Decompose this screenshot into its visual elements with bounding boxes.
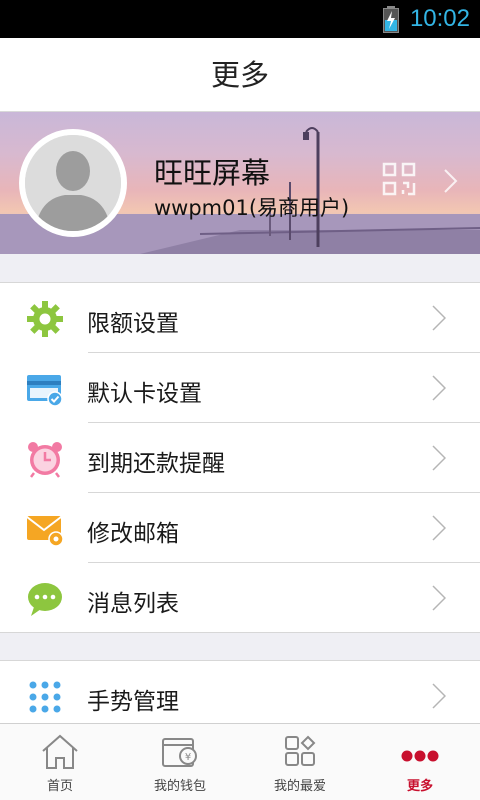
menu-item-label: 限额设置: [87, 311, 179, 337]
tab-more[interactable]: 更多: [360, 724, 480, 800]
menu-item-label: 手势管理: [87, 689, 179, 715]
menu-item-due-reminder[interactable]: 到期还款提醒: [0, 423, 480, 493]
chevron-right-icon: [432, 375, 446, 401]
tab-label: 我的钱包: [153, 779, 206, 794]
tab-my-favorites[interactable]: 我的最爱: [240, 724, 360, 800]
clock: 10:02: [409, 5, 470, 32]
chevron-right-icon: [432, 585, 446, 611]
profile-banner[interactable]: 旺旺屏幕 wwpm01(易商用户): [0, 112, 480, 254]
mail-gear-icon: [26, 516, 64, 547]
more-dots-icon: [401, 750, 439, 762]
chevron-right-icon: [432, 305, 446, 331]
gear-icon: [27, 301, 63, 337]
svg-text:¥: ¥: [185, 752, 191, 763]
chevron-right-icon: [444, 169, 458, 193]
wallet-icon: ¥: [162, 738, 197, 767]
qr-code-icon[interactable]: [382, 162, 416, 196]
tab-label: 我的最爱: [273, 779, 326, 794]
menu-item-limit-settings[interactable]: 限额设置: [0, 283, 480, 353]
menu-item-label: 消息列表: [87, 591, 179, 617]
bottom-navigation: 首页 ¥ 我的钱包 我的最爱 更多: [0, 723, 480, 800]
alarm-clock-icon: [28, 442, 62, 478]
menu-item-message-list[interactable]: 消息列表: [0, 563, 480, 633]
menu-item-label: 到期还款提醒: [87, 451, 225, 477]
header: 更多: [0, 38, 480, 112]
menu-item-label: 修改邮箱: [87, 521, 179, 547]
tab-label: 首页: [46, 779, 73, 794]
chevron-right-icon: [432, 445, 446, 471]
avatar[interactable]: [19, 129, 127, 237]
menu-item-change-email[interactable]: 修改邮箱: [0, 493, 480, 563]
chevron-right-icon: [432, 515, 446, 541]
tab-home[interactable]: 首页: [0, 724, 120, 800]
battery-charging-icon: [383, 6, 399, 33]
menu-item-gesture-management[interactable]: 手势管理: [0, 661, 480, 731]
tab-my-wallet[interactable]: ¥ 我的钱包: [120, 724, 240, 800]
user-name: 旺旺屏幕: [154, 156, 271, 190]
security-list: 手势管理: [0, 660, 480, 723]
tab-label: 更多: [406, 779, 433, 794]
chevron-right-icon: [432, 683, 446, 709]
gesture-dots-icon: [29, 681, 61, 713]
settings-list: 限额设置 默认卡设置 到期还款提醒 修改邮箱 消息列表: [0, 282, 480, 633]
user-silhouette-icon: [25, 135, 121, 231]
favorites-grid-icon: [285, 735, 316, 766]
menu-item-default-card[interactable]: 默认卡设置: [0, 353, 480, 423]
user-account: wwpm01(易商用户): [154, 196, 350, 220]
card-icon: [27, 375, 63, 407]
status-bar: 10:02: [0, 0, 480, 38]
menu-item-label: 默认卡设置: [87, 381, 202, 407]
page-title: 更多: [210, 58, 269, 92]
chat-bubble-icon: [28, 583, 62, 616]
home-icon: [42, 734, 78, 769]
